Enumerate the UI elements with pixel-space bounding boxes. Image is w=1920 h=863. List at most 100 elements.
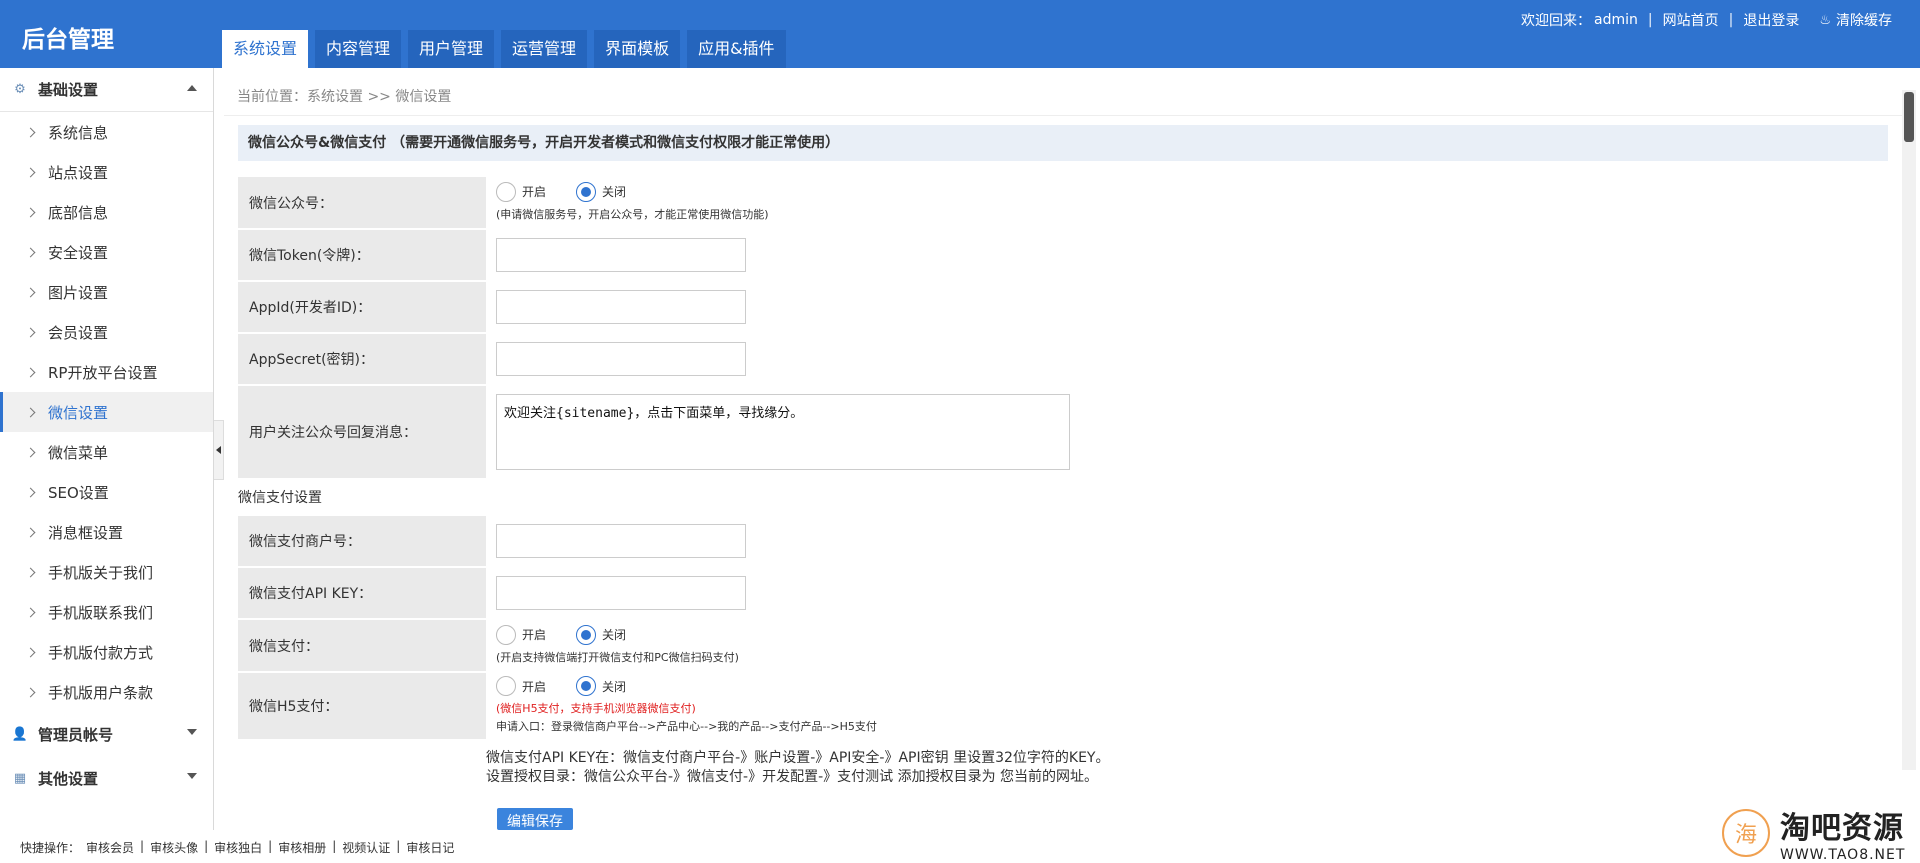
form-row-reply: 用户关注公众号回复消息： <box>238 386 1888 480</box>
clear-cache-link[interactable]: 清除缓存 <box>1836 10 1892 30</box>
chevron-right-icon <box>25 287 36 297</box>
api-key-note: 微信支付API KEY在：微信支付商户平台-》账户设置-》API安全-》API密… <box>486 750 1110 766</box>
tab-user-management[interactable]: 用户管理 <box>408 30 495 68</box>
sidebar-item[interactable]: 微信设置 <box>0 392 213 432</box>
chevron-right-icon <box>25 607 36 617</box>
quick-link-monologue[interactable]: 审核独白 <box>214 839 262 856</box>
tab-templates[interactable]: 界面模板 <box>594 30 681 68</box>
sidebar-item-label: SEO设置 <box>48 483 109 502</box>
h5-hint-red: (微信H5支付，支持手机浏览器微信支付) <box>496 702 696 715</box>
grid-icon: ▦ <box>13 770 27 786</box>
sidebar-group-admin[interactable]: 👤 管理员帐号 <box>0 712 213 756</box>
sidebar-group-other[interactable]: ▦ 其他设置 <box>0 756 213 800</box>
tab-operations[interactable]: 运营管理 <box>501 30 588 68</box>
quick-link-avatars[interactable]: 审核头像 <box>150 839 198 856</box>
sidebar-item-label: 系统信息 <box>48 123 109 142</box>
form-row-appsecret: AppSecret(密钥)： <box>238 334 1888 386</box>
token-input[interactable] <box>496 238 746 272</box>
sidebar-menu: 系统信息站点设置 底部信息安全设置图片设置会员设置 RP开放平台设置 微信设置微信菜单… <box>0 112 213 712</box>
tab-content-management[interactable]: 内容管理 <box>315 30 402 68</box>
radio-label: 开启 <box>522 185 547 199</box>
mp-enable-radio[interactable] <box>496 181 516 202</box>
chevron-right-icon <box>25 527 36 537</box>
chevron-right-icon <box>25 327 36 337</box>
sidebar-item[interactable]: 手机版联系我们 <box>0 592 213 632</box>
main-tabs: 系统设置 内容管理 用户管理 运营管理 界面模板 应用&插件 <box>222 30 793 68</box>
tab-system-settings[interactable]: 系统设置 <box>222 30 309 68</box>
sidebar-item[interactable]: 消息框设置 <box>0 512 213 552</box>
sidebar-item-label: 微信菜单 <box>48 443 109 462</box>
top-bar: 后台管理 系统设置 内容管理 用户管理 运营管理 界面模板 应用&插件 欢迎回来… <box>0 0 1920 68</box>
field-label: 微信H5支付： <box>238 673 486 739</box>
sidebar-item[interactable]: 手机版关于我们 <box>0 552 213 592</box>
form-row-token: 微信Token(令牌)： <box>238 230 1888 282</box>
api-key-input[interactable] <box>496 576 746 610</box>
sidebar-group-label: 其他设置 <box>38 769 99 788</box>
field-label: 微信Token(令牌)： <box>238 230 486 280</box>
quick-link-members[interactable]: 审核会员 <box>86 839 134 856</box>
sidebar: ⚙ 基础设置 系统信息站点设置 底部信息安全设置图片设置会员设置 RP开放平台设置微… <box>0 68 214 830</box>
watermark: 海 淘吧资源 WWW.TAO8.NET <box>1722 803 1905 863</box>
quick-link-video[interactable]: 视频认证 <box>342 839 390 856</box>
separator: | <box>332 839 337 853</box>
watermark-text: 淘吧资源 <box>1780 811 1904 846</box>
app-logo: 后台管理 <box>22 27 114 53</box>
field-label: AppId(开发者ID)： <box>238 282 486 332</box>
sidebar-item[interactable]: SEO设置 <box>0 472 213 512</box>
sidebar-item[interactable]: RP开放平台设置 <box>0 352 213 392</box>
sidebar-item-label: 会员设置 <box>48 323 109 342</box>
chevron-right-icon <box>25 447 36 457</box>
appsecret-input[interactable] <box>496 342 746 376</box>
top-right-links: 欢迎回来： admin | 网站首页 | 退出登录 ♨ 清除缓存 <box>1521 10 1892 30</box>
sidebar-group-basic[interactable]: ⚙ 基础设置 <box>0 68 213 112</box>
tab-apps-plugins[interactable]: 应用&插件 <box>687 30 786 68</box>
quick-actions: 快捷操作： 审核会员 | 审核头像 | 审核独白 | 审核相册 | 视频认证 | 审核日记 <box>20 839 460 856</box>
sidebar-item-label: 安全设置 <box>48 243 109 262</box>
sidebar-item[interactable]: 会员设置 <box>0 312 213 352</box>
field-label: 用户关注公众号回复消息： <box>238 386 486 478</box>
chevron-right-icon <box>25 127 36 137</box>
broom-icon: ♨ <box>1819 12 1831 28</box>
sidebar-collapse-toggle[interactable] <box>214 420 224 480</box>
welcome-text: 欢迎回来： <box>1521 13 1592 29</box>
chevron-right-icon <box>25 487 36 497</box>
sidebar-item[interactable]: 底部信息 <box>0 192 213 232</box>
h5-apply-hint: 申请入口：登录微信商户平台-->产品中心-->我的产品-->支付产品-->H5支… <box>496 720 877 733</box>
separator: | <box>1728 12 1734 28</box>
h5-enable-radio[interactable] <box>496 676 516 696</box>
sidebar-item[interactable]: 手机版付款方式 <box>0 632 213 672</box>
chevron-right-icon <box>25 167 36 177</box>
sidebar-item[interactable]: 手机版用户条款 <box>0 672 213 712</box>
site-home-link[interactable]: 网站首页 <box>1663 10 1719 30</box>
sidebar-item-label: RP开放平台设置 <box>48 363 158 382</box>
h5-disable-radio[interactable] <box>576 676 597 696</box>
quick-link-diary[interactable]: 审核日记 <box>406 839 454 856</box>
form-row-mchid: 微信支付商户号： <box>238 516 1888 568</box>
pay-enable-radio[interactable] <box>496 624 516 645</box>
merchant-id-input[interactable] <box>496 524 746 558</box>
sidebar-item-label: 微信设置 <box>48 403 109 422</box>
sidebar-item[interactable]: 微信菜单 <box>0 432 213 472</box>
caret-down-icon <box>187 773 197 779</box>
sidebar-item[interactable]: 安全设置 <box>0 232 213 272</box>
sidebar-item[interactable]: 站点设置 <box>0 152 213 192</box>
sidebar-item-label: 手机版关于我们 <box>48 563 154 582</box>
scrollbar-thumb[interactable] <box>1904 92 1914 142</box>
radio-label: 开启 <box>522 679 547 694</box>
username: admin <box>1594 12 1638 28</box>
form-row-h5: 微信H5支付： 开启 关闭 (微信H5支付，支持手机浏览器微信支付) 申请入口：… <box>238 673 1888 741</box>
appid-input[interactable] <box>496 290 746 324</box>
scrollbar[interactable] <box>1902 90 1916 770</box>
reply-message-textarea[interactable] <box>496 394 1070 470</box>
caret-down-icon <box>187 729 197 735</box>
notes: 微信支付API KEY在：微信支付商户平台-》账户设置-》API安全-》API密… <box>486 749 1888 787</box>
quick-link-albums[interactable]: 审核相册 <box>278 839 326 856</box>
logout-link[interactable]: 退出登录 <box>1743 10 1799 30</box>
chevron-right-icon <box>25 367 36 377</box>
save-button[interactable]: 编辑保存 <box>497 808 573 830</box>
sidebar-item[interactable]: 图片设置 <box>0 272 213 312</box>
sidebar-item-label: 手机版用户条款 <box>48 683 154 702</box>
pay-disable-radio[interactable] <box>576 624 597 645</box>
sidebar-item[interactable]: 系统信息 <box>0 112 213 152</box>
mp-disable-radio[interactable] <box>576 181 597 202</box>
